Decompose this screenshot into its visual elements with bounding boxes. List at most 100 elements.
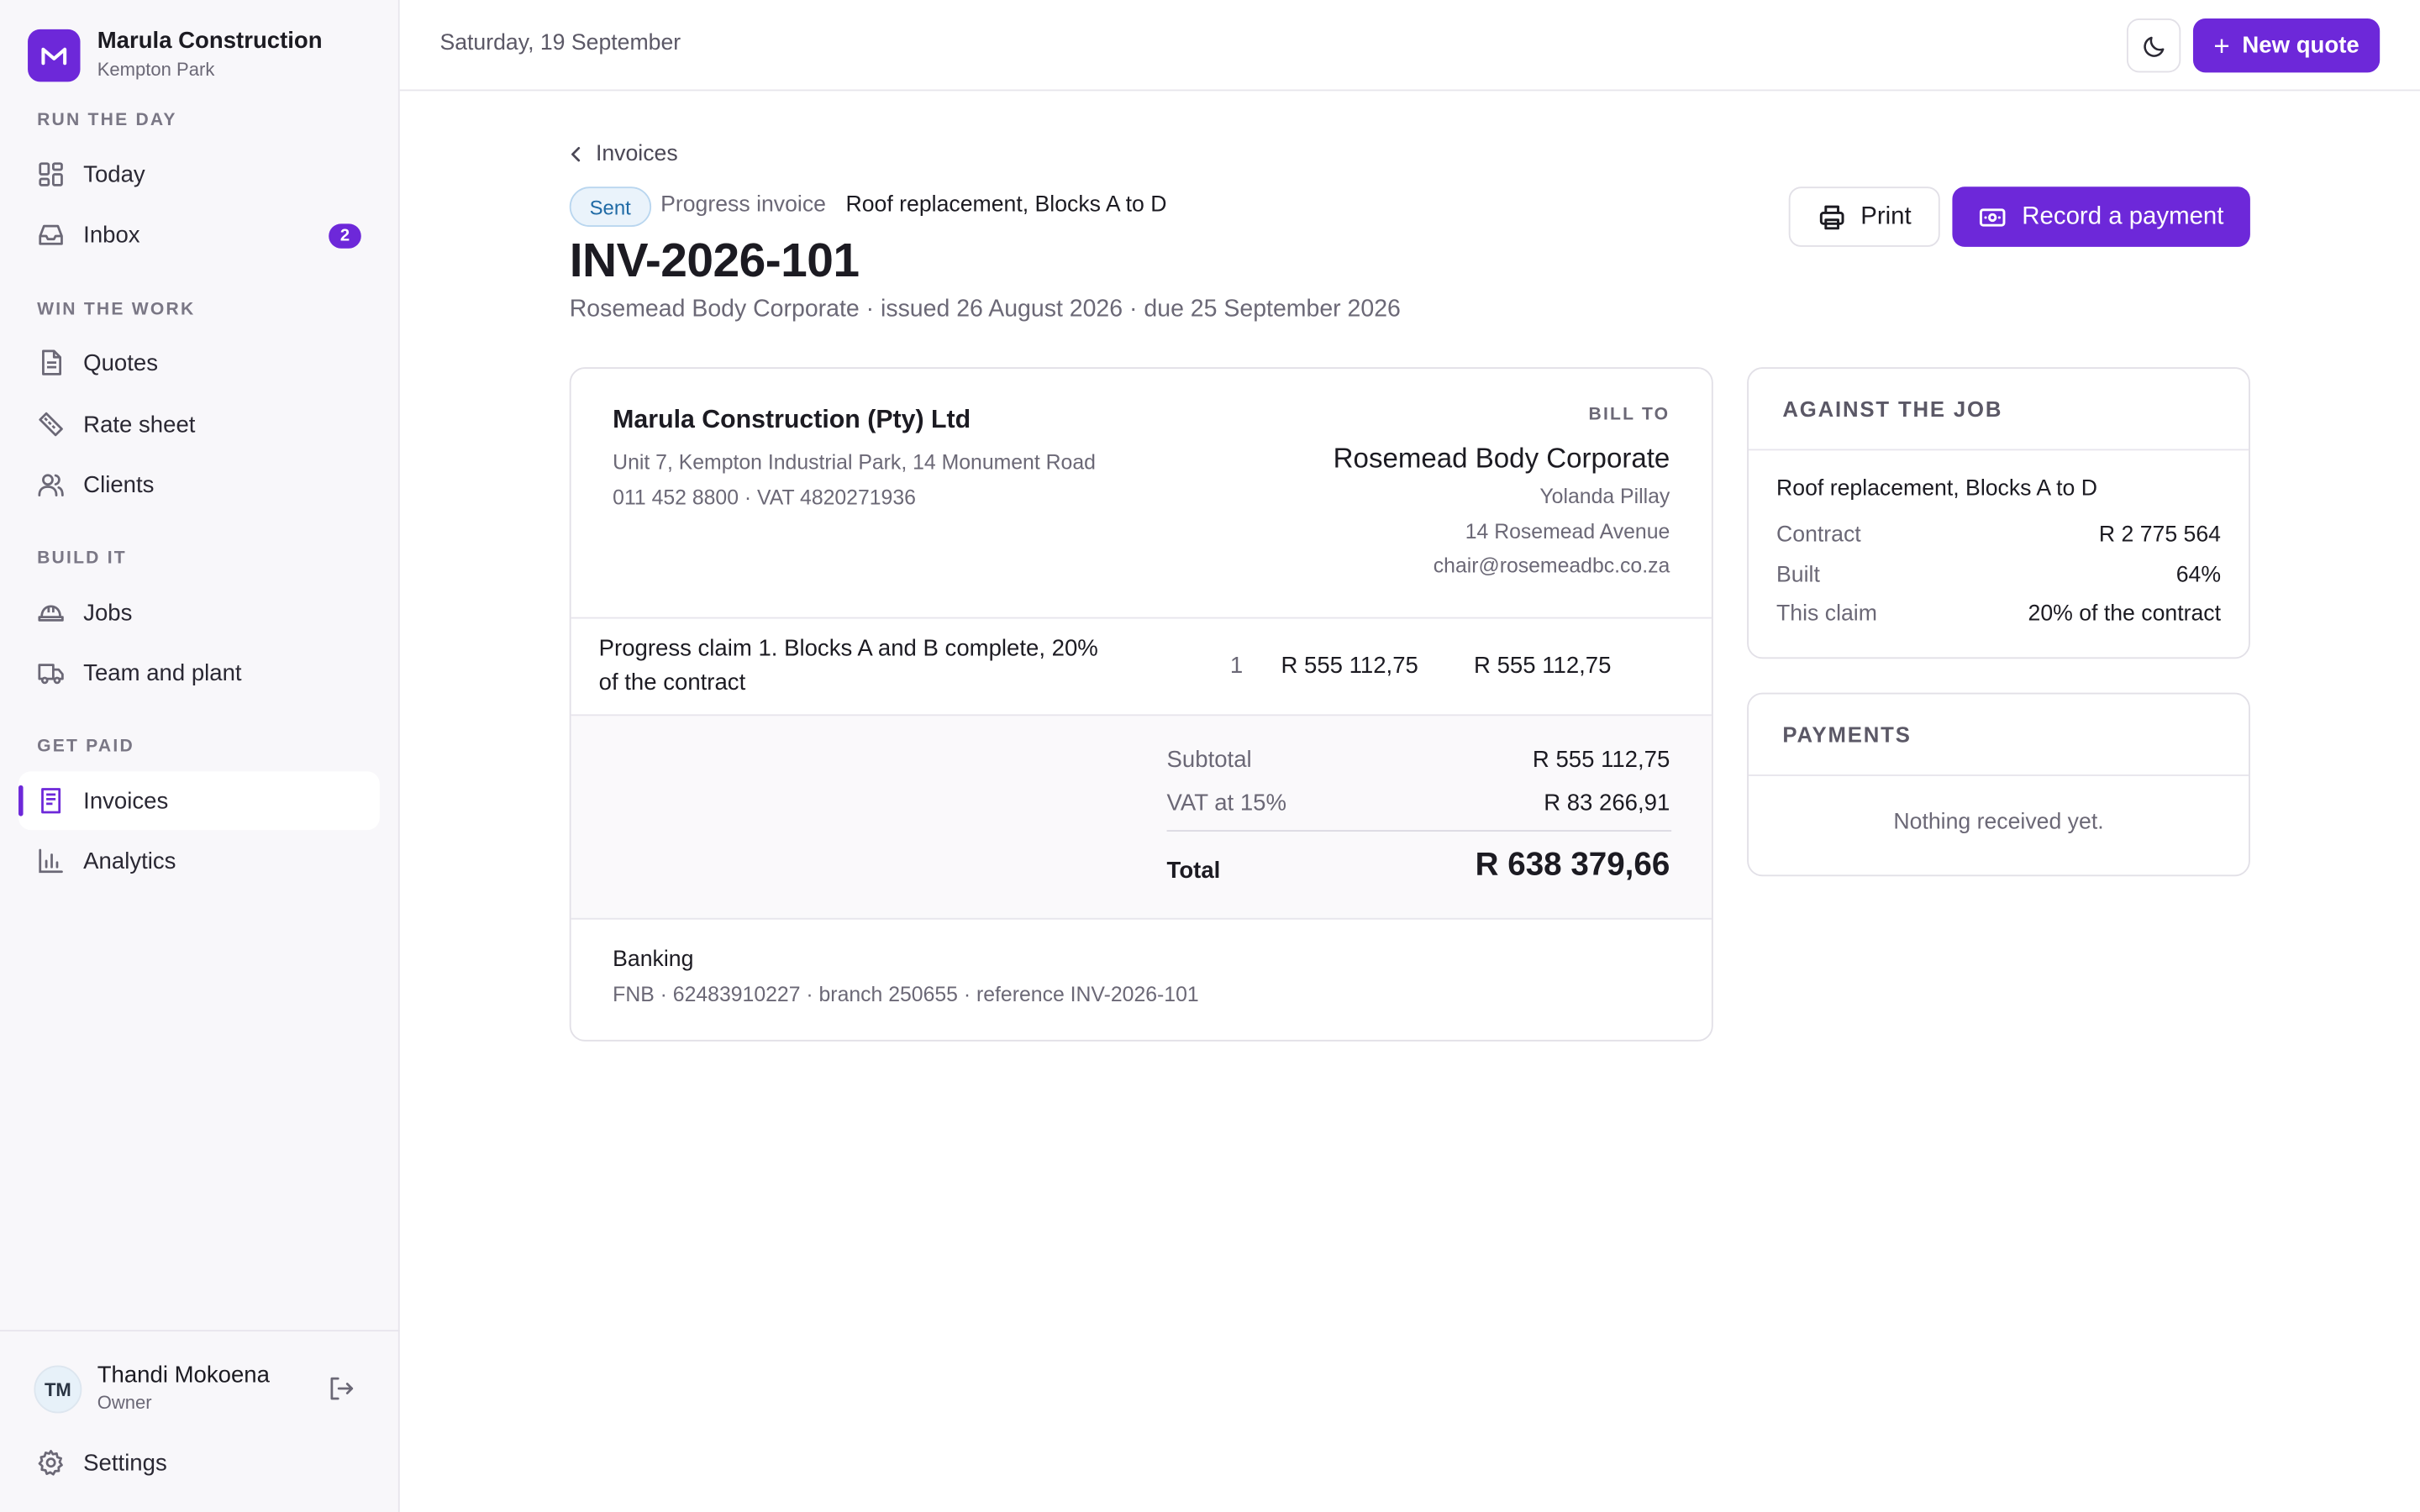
moon-icon bbox=[2143, 35, 2164, 56]
bill-to-email[interactable]: chair@rosemeadbc.co.za bbox=[1434, 554, 1670, 577]
bill-to-street: 14 Rosemead Avenue bbox=[1465, 519, 1670, 543]
line-item-description: Progress claim 1. Blocks A and B complet… bbox=[598, 635, 1098, 696]
invoice-icon bbox=[37, 787, 65, 815]
this-claim-label: This claim bbox=[1776, 601, 1877, 627]
dashboard-icon bbox=[37, 160, 65, 188]
divider bbox=[1166, 830, 1672, 832]
divider bbox=[571, 617, 1712, 619]
truck-icon bbox=[37, 659, 65, 686]
sidebar-item-rate-sheet[interactable]: Rate sheet bbox=[18, 395, 380, 454]
inbox-count-badge: 2 bbox=[329, 223, 361, 249]
invoice-subtitle: Rosemead Body Corporate · issued 26 Augu… bbox=[569, 296, 1401, 323]
sidebar-item-label: Rate sheet bbox=[83, 411, 196, 438]
invoice-type: Progress invoice bbox=[660, 192, 826, 218]
sidebar-item-quotes[interactable]: Quotes bbox=[18, 333, 380, 392]
from-contact: 011 452 8800 · VAT 4820271936 bbox=[613, 486, 916, 510]
sidebar-item-analytics[interactable]: Analytics bbox=[18, 832, 380, 890]
sidebar-item-label: Jobs bbox=[83, 599, 133, 626]
section-run-the-day: RUN THE DAY bbox=[37, 111, 177, 130]
payments-heading: PAYMENTS bbox=[1748, 695, 2249, 776]
sidebar-item-jobs[interactable]: Jobs bbox=[18, 583, 380, 642]
section-build-it: BUILD IT bbox=[37, 549, 127, 568]
from-address: Unit 7, Kempton Industrial Park, 14 Monu… bbox=[613, 450, 1096, 474]
plus-icon: + bbox=[2213, 29, 2230, 61]
against-job-heading: AGAINST THE JOB bbox=[1748, 369, 2249, 451]
ruler-icon bbox=[37, 411, 65, 438]
theme-toggle-button[interactable] bbox=[2126, 18, 2181, 73]
bill-to-name: Rosemead Body Corporate bbox=[1333, 443, 1670, 474]
gear-icon bbox=[37, 1449, 65, 1477]
sidebar-item-label: Invoices bbox=[83, 787, 169, 814]
sidebar-item-today[interactable]: Today bbox=[18, 145, 380, 204]
record-payment-button[interactable]: Record a payment bbox=[1952, 186, 2250, 247]
payments-card: PAYMENTS Nothing received yet. bbox=[1747, 692, 2250, 877]
sidebar-item-label: Settings bbox=[83, 1449, 167, 1476]
line-item-qty: 1 bbox=[1229, 652, 1244, 680]
subtotal-label: Subtotal bbox=[1166, 746, 1252, 774]
vat-label: VAT at 15% bbox=[1166, 790, 1286, 816]
against-job-card: AGAINST THE JOB Roof replacement, Blocks… bbox=[1747, 367, 2250, 659]
new-quote-label: New quote bbox=[2242, 32, 2360, 59]
printer-icon bbox=[1818, 203, 1845, 231]
section-get-paid: GET PAID bbox=[37, 737, 134, 756]
bill-to-label: BILL TO bbox=[1588, 406, 1670, 425]
sidebar-item-clients[interactable]: Clients bbox=[18, 455, 380, 514]
current-date: Saturday, 19 September bbox=[439, 30, 681, 56]
line-item-amount: R 555 112,75 bbox=[1474, 652, 1612, 680]
sidebar: Marula Construction Kempton Park RUN THE… bbox=[0, 0, 400, 1512]
user-name: Thandi Mokoena bbox=[97, 1362, 270, 1389]
avatar[interactable]: TM bbox=[34, 1365, 82, 1414]
total-value: R 638 379,66 bbox=[1475, 847, 1670, 883]
sidebar-item-label: Today bbox=[83, 160, 145, 188]
document-icon bbox=[37, 349, 65, 376]
user-role: Owner bbox=[97, 1391, 152, 1414]
sidebar-item-team-and-plant[interactable]: Team and plant bbox=[18, 643, 380, 702]
banking-label: Banking bbox=[613, 947, 694, 973]
contract-label: Contract bbox=[1776, 522, 1861, 549]
new-quote-button[interactable]: + New quote bbox=[2192, 18, 2381, 73]
from-name: Marula Construction (Pty) Ltd bbox=[613, 406, 971, 434]
bar-chart-icon bbox=[37, 847, 65, 874]
sidebar-item-label: Analytics bbox=[83, 848, 176, 874]
hard-hat-icon bbox=[37, 599, 65, 627]
sidebar-item-label: Clients bbox=[83, 471, 155, 498]
record-payment-label: Record a payment bbox=[2022, 202, 2224, 229]
bill-to-contact: Yolanda Pillay bbox=[1539, 484, 1670, 508]
this-claim-value: 20% of the contract bbox=[2028, 601, 2222, 627]
brand[interactable]: Marula Construction Kempton Park bbox=[28, 28, 323, 81]
print-button[interactable]: Print bbox=[1788, 186, 1940, 247]
topbar: Saturday, 19 September + New quote bbox=[399, 0, 2420, 92]
sidebar-item-settings[interactable]: Settings bbox=[18, 1433, 380, 1492]
sidebar-item-label: Quotes bbox=[83, 349, 159, 376]
payments-empty-note: Nothing received yet. bbox=[1893, 810, 2104, 835]
print-label: Print bbox=[1860, 202, 1912, 229]
banking-details: FNB · 62483910227 · branch 250655 · refe… bbox=[613, 982, 1199, 1006]
vat-value: R 83 266,91 bbox=[1544, 790, 1670, 816]
sidebar-item-label: Team and plant bbox=[83, 659, 242, 686]
totals-section bbox=[571, 714, 1712, 920]
sidebar-item-invoices[interactable]: Invoices bbox=[18, 771, 380, 831]
subtotal-value: R 555 112,75 bbox=[1532, 746, 1670, 774]
brand-location: Kempton Park bbox=[97, 58, 215, 81]
logo-m-icon bbox=[41, 46, 67, 65]
page-title: INV-2026-101 bbox=[569, 233, 860, 287]
line-item-unit-price: R 555 112,75 bbox=[1281, 652, 1418, 680]
total-label: Total bbox=[1166, 858, 1221, 885]
logout-icon[interactable] bbox=[327, 1374, 355, 1402]
section-win-the-work: WIN THE WORK bbox=[37, 301, 196, 320]
brand-name: Marula Construction bbox=[97, 28, 323, 55]
brand-logo bbox=[28, 28, 81, 81]
breadcrumb-label: Invoices bbox=[595, 141, 678, 167]
inbox-icon bbox=[37, 221, 65, 249]
built-label: Built bbox=[1776, 563, 1820, 588]
users-icon bbox=[37, 470, 65, 498]
invoice-job: Roof replacement, Blocks A to D bbox=[845, 192, 1167, 218]
built-value: 64% bbox=[2175, 563, 2222, 588]
contract-value: R 2 775 564 bbox=[2098, 522, 2222, 549]
job-title[interactable]: Roof replacement, Blocks A to D bbox=[1776, 477, 2097, 501]
chevron-left-icon bbox=[570, 145, 582, 164]
sidebar-item-inbox[interactable]: Inbox 2 bbox=[18, 205, 380, 264]
breadcrumb[interactable]: Invoices bbox=[570, 142, 678, 166]
sidebar-item-label: Inbox bbox=[83, 221, 140, 248]
banknote-icon bbox=[1979, 206, 2007, 228]
